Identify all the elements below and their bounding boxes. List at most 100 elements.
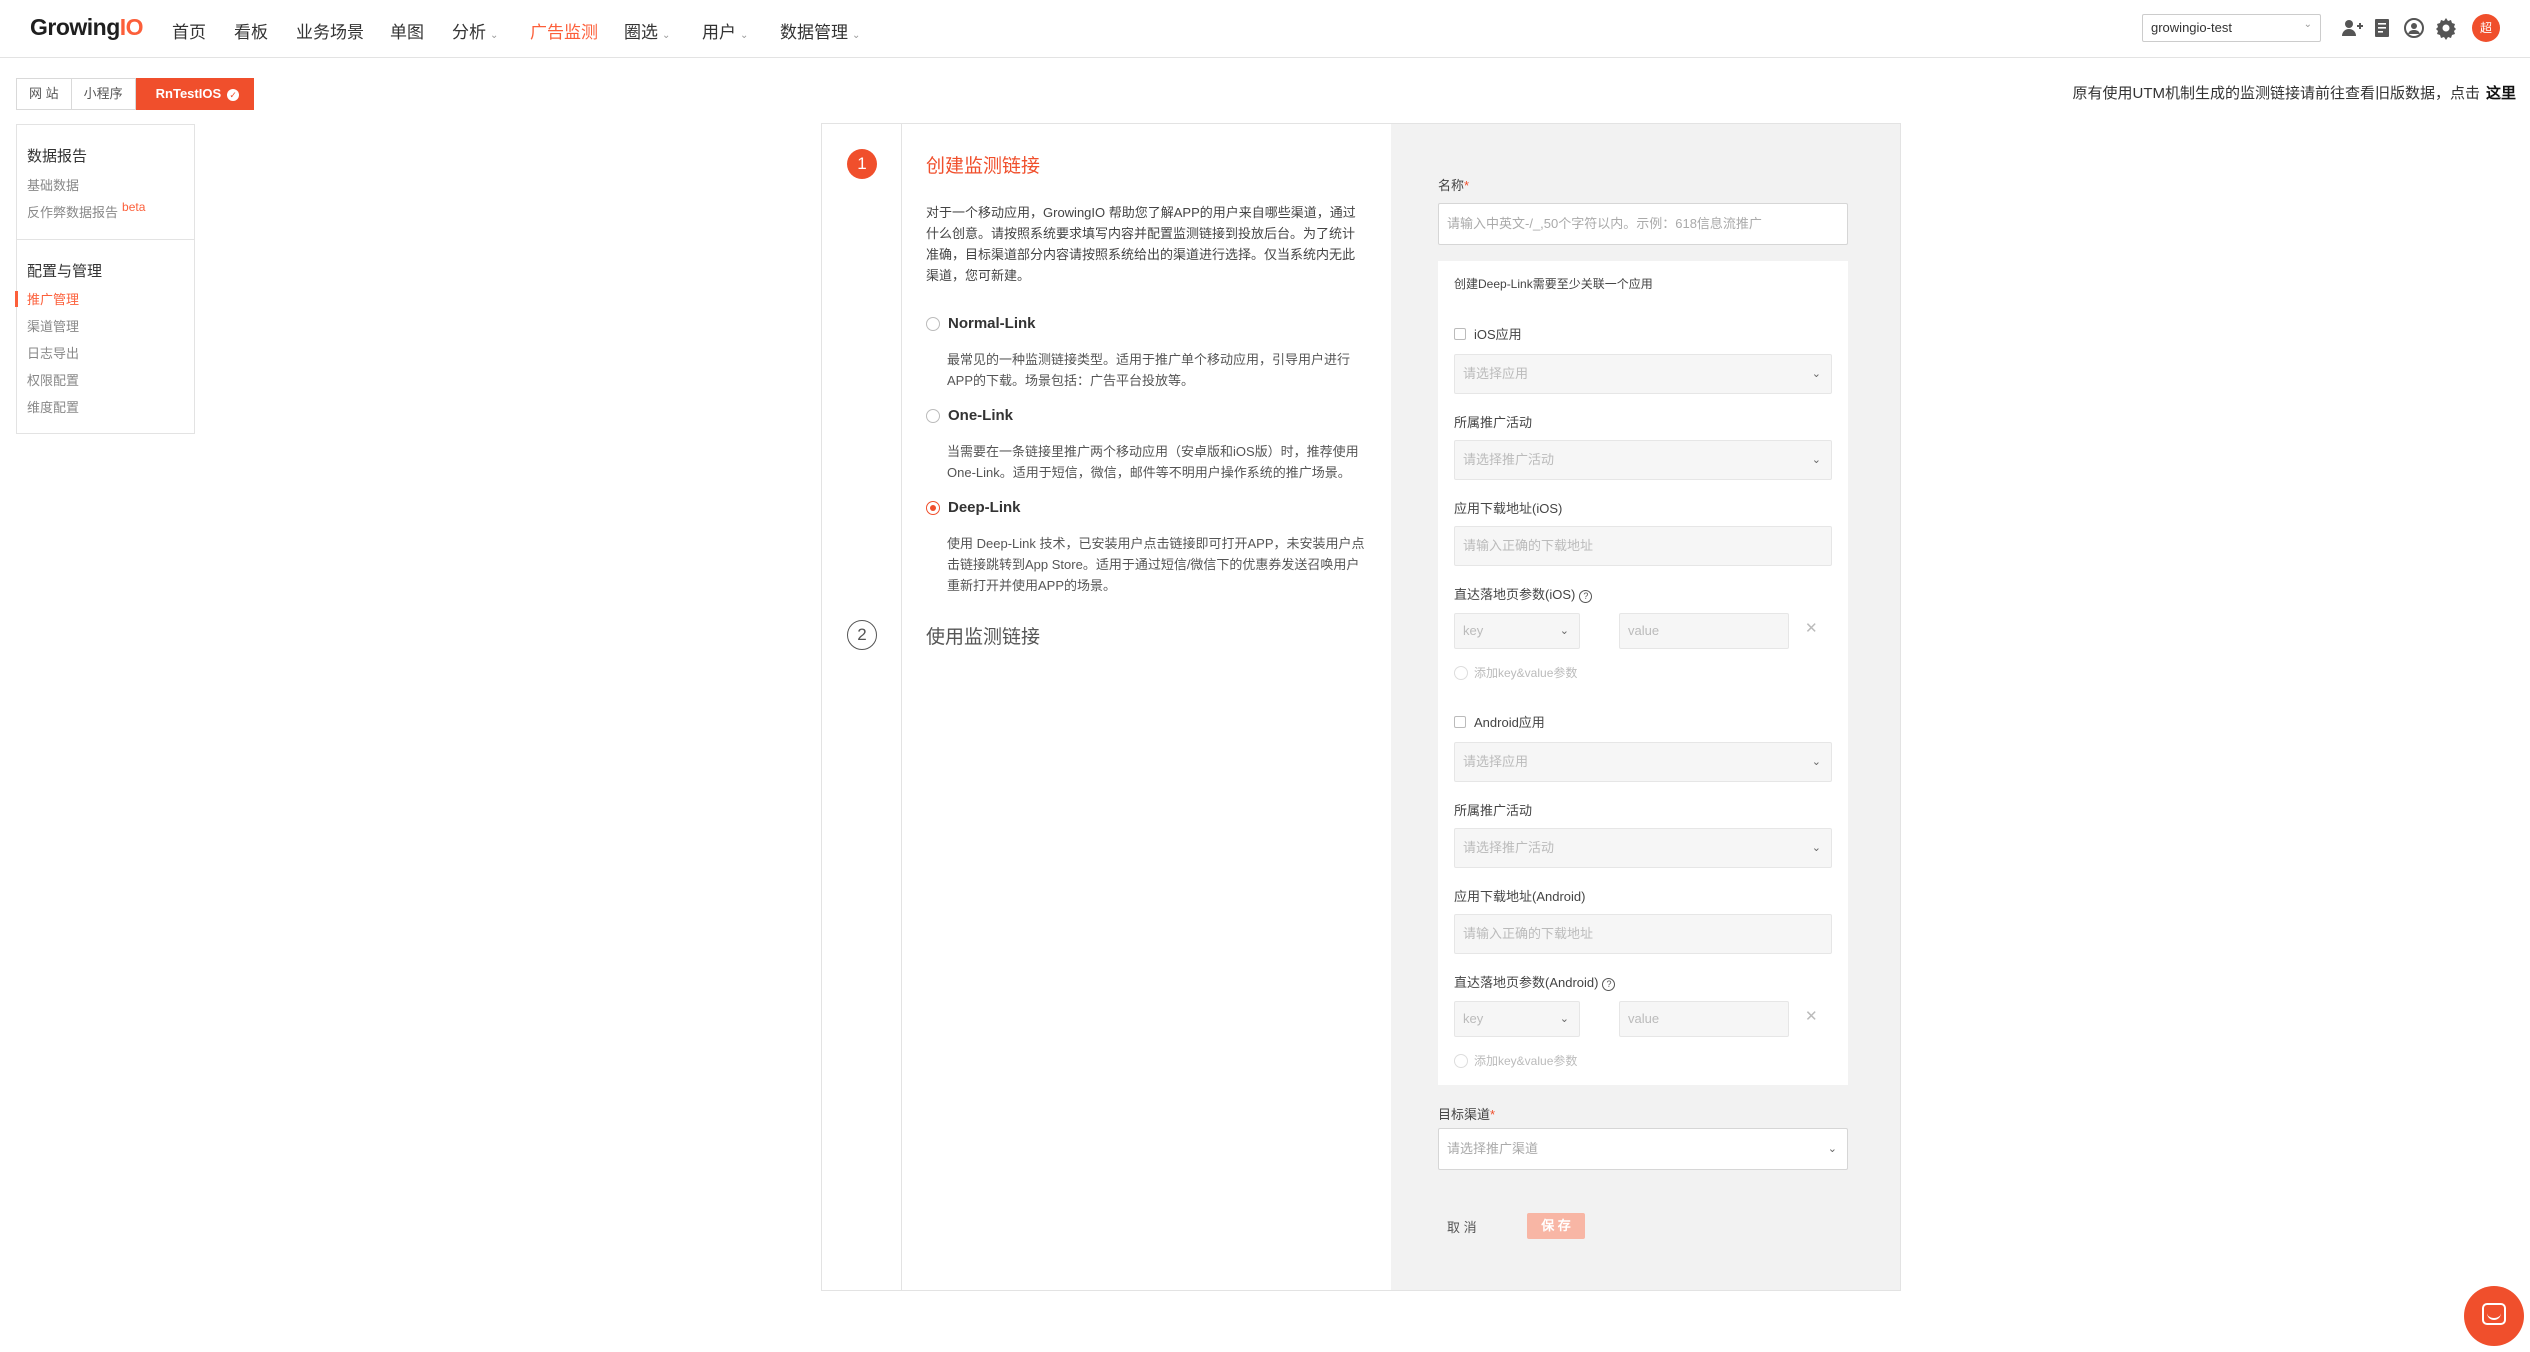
chevron-down-icon: ⌄ [662,30,671,41]
close-icon[interactable]: ✕ [1805,619,1818,637]
sidebar-item-log-export[interactable]: 日志导出 [27,343,79,362]
platform-tab-app[interactable]: RnTestIOS ✓ [135,78,255,110]
nav-users[interactable]: 用户 ⌄ [702,18,748,43]
chevron-down-icon: ⌄ [1559,625,1569,637]
sidebar-item-label: 反作弊数据报告 [27,205,119,220]
sidebar-item-channels[interactable]: 渠道管理 [27,316,79,335]
eye-icon[interactable] [2402,16,2426,40]
nav-label: 圈选 [624,23,658,42]
step-column-divider [901,124,902,1290]
input-placeholder: 请输入正确的下载地址 [1463,926,1594,941]
platform-tab-miniprogram[interactable]: 小程序 [71,78,136,110]
radio-one-link[interactable] [926,408,940,423]
select-placeholder: key [1463,623,1484,638]
legacy-data-notice: 原有使用UTM机制生成的监测链接请前往查看旧版数据，点击 这里 [2072,82,2516,103]
nav-home[interactable]: 首页 [172,18,206,43]
notice-link[interactable]: 这里 [2486,85,2516,102]
required-mark: * [1464,178,1470,193]
option-normal-link-desc: 最常见的一种监测链接类型。适用于推广单个移动应用，引导用户进行APP的下载。场景… [947,352,1351,388]
android-app-checkbox[interactable] [1454,715,1466,728]
nav-label: 首页 [172,23,206,42]
option-normal-link[interactable]: Normal-Link [926,315,1036,332]
nav-single-chart[interactable]: 单图 [390,18,424,43]
sidebar-item-promotion[interactable]: 推广管理 [27,289,79,308]
nav-ad-monitor[interactable]: 广告监测 [530,18,598,43]
checkbox-label: Android应用 [1474,715,1545,730]
select-placeholder: 请选择应用 [1463,754,1529,769]
link-form-panel: 名称* 请输入中英文-/_,50个字符以内。示例：618信息流推广 创建Deep… [1391,124,1900,1290]
help-icon[interactable]: ? [1602,978,1616,991]
step-2-title: 使用监测链接 [926,627,1041,648]
nav-dashboard[interactable]: 看板 [234,18,268,43]
required-mark: * [1490,1107,1496,1122]
nav-data-management[interactable]: 数据管理 ⌄ [780,18,860,43]
ios-campaign-select[interactable]: 请选择推广活动 ⌄ [1454,440,1832,480]
help-icon[interactable]: ? [1579,590,1593,603]
nav-analysis[interactable]: 分析 ⌄ [452,18,498,43]
param-label-text: 直达落地页参数(iOS) [1454,587,1576,602]
chevron-down-icon: ⌄ [852,30,861,41]
android-param-value-input[interactable]: value [1619,1001,1789,1037]
name-input[interactable]: 请输入中英文-/_,50个字符以内。示例：618信息流推广 [1438,203,1848,245]
chevron-down-icon: ⌄ [740,30,749,41]
sidebar-section-config: 配置与管理 [27,263,103,280]
sidebar-item-permissions[interactable]: 权限配置 [27,370,79,389]
sidebar-item-anti-fraud[interactable]: 反作弊数据报告 beta [27,200,145,221]
android-download-input[interactable]: 请输入正确的下载地址 [1454,914,1832,954]
radio-deep-link[interactable] [926,500,940,515]
android-campaign-select[interactable]: 请选择推广活动 ⌄ [1454,828,1832,868]
option-one-link[interactable]: One-Link [926,407,1013,424]
growingio-logo[interactable]: GrowingIO [30,14,144,41]
close-icon[interactable]: ✕ [1805,1007,1818,1025]
android-add-param[interactable]: 添加key&value参数 [1454,1052,1577,1069]
project-select[interactable]: growingio-test ⌄ [2142,14,2321,42]
android-param-key-select[interactable]: key ⌄ [1454,1001,1580,1037]
user-avatar[interactable]: 超 [2472,14,2500,42]
project-select-value: growingio-test [2151,20,2232,35]
input-placeholder: value [1628,1011,1660,1026]
notice-text: 原有使用UTM机制生成的监测链接请前往查看旧版数据，点击 [2072,85,2480,102]
save-button[interactable]: 保 存 [1527,1213,1585,1239]
ios-add-param[interactable]: 添加key&value参数 [1454,664,1577,681]
ios-campaign-label: 所属推广活动 [1454,415,1533,430]
sidebar-item-dimensions[interactable]: 维度配置 [27,397,79,416]
nav-label: 用户 [702,23,736,42]
android-app-select[interactable]: 请选择应用 ⌄ [1454,742,1832,782]
nav-circle-select[interactable]: 圈选 ⌄ [624,18,670,43]
gear-icon[interactable] [2434,16,2458,40]
chevron-down-icon: ⌄ [1811,842,1821,854]
ios-param-key-select[interactable]: key ⌄ [1454,613,1580,649]
sidebar: 数据报告 基础数据 反作弊数据报告 beta 配置与管理 推广管理 渠道管理 日志… [15,124,195,434]
option-deep-link[interactable]: Deep-Link [926,499,1021,516]
ios-download-input[interactable]: 请输入正确的下载地址 [1454,526,1832,566]
nav-label: 单图 [390,23,424,42]
sidebar-item-basic-data[interactable]: 基础数据 [27,175,79,194]
ios-app-checkbox[interactable] [1454,327,1466,340]
android-campaign-label: 所属推广活动 [1454,803,1533,818]
name-input-placeholder: 请输入中英文-/_,50个字符以内。示例：618信息流推广 [1447,216,1762,231]
chat-support-button[interactable] [2464,1286,2524,1346]
sidebar-item-label: 渠道管理 [27,319,80,334]
ios-param-value-input[interactable]: value [1619,613,1789,649]
logo-accent: IO [119,14,144,40]
android-app-checkbox-row[interactable]: Android应用 [1454,712,1545,731]
sidebar-item-label: 日志导出 [27,346,80,361]
ios-app-checkbox-row[interactable]: iOS应用 [1454,324,1522,343]
nav-business-scene[interactable]: 业务场景 [296,18,364,43]
cancel-button[interactable]: 取 消 [1447,1217,1477,1236]
logo-text: Growing [30,14,120,40]
chevron-down-icon: ⌄ [2303,19,2312,30]
nav-label: 数据管理 [780,23,848,42]
checkbox-label: iOS应用 [1474,327,1522,342]
ios-app-select[interactable]: 请选择应用 ⌄ [1454,354,1832,394]
radio-normal-link[interactable] [926,316,940,331]
platform-tab-web[interactable]: 网 站 [16,78,72,110]
nav-label: 分析 [452,23,486,42]
document-icon[interactable] [2370,16,2394,40]
add-user-icon[interactable] [2340,16,2364,40]
chevron-down-icon: ⌄ [490,30,499,41]
top-nav: GrowingIO 首页 看板 业务场景 单图 分析 ⌄ 广告监测 圈选 ⌄ 用户 ⌄… [0,0,2530,58]
sidebar-item-label: 基础数据 [27,178,80,193]
chat-icon [2482,1303,2506,1325]
channel-select[interactable]: 请选择推广渠道 ⌄ [1438,1128,1848,1170]
